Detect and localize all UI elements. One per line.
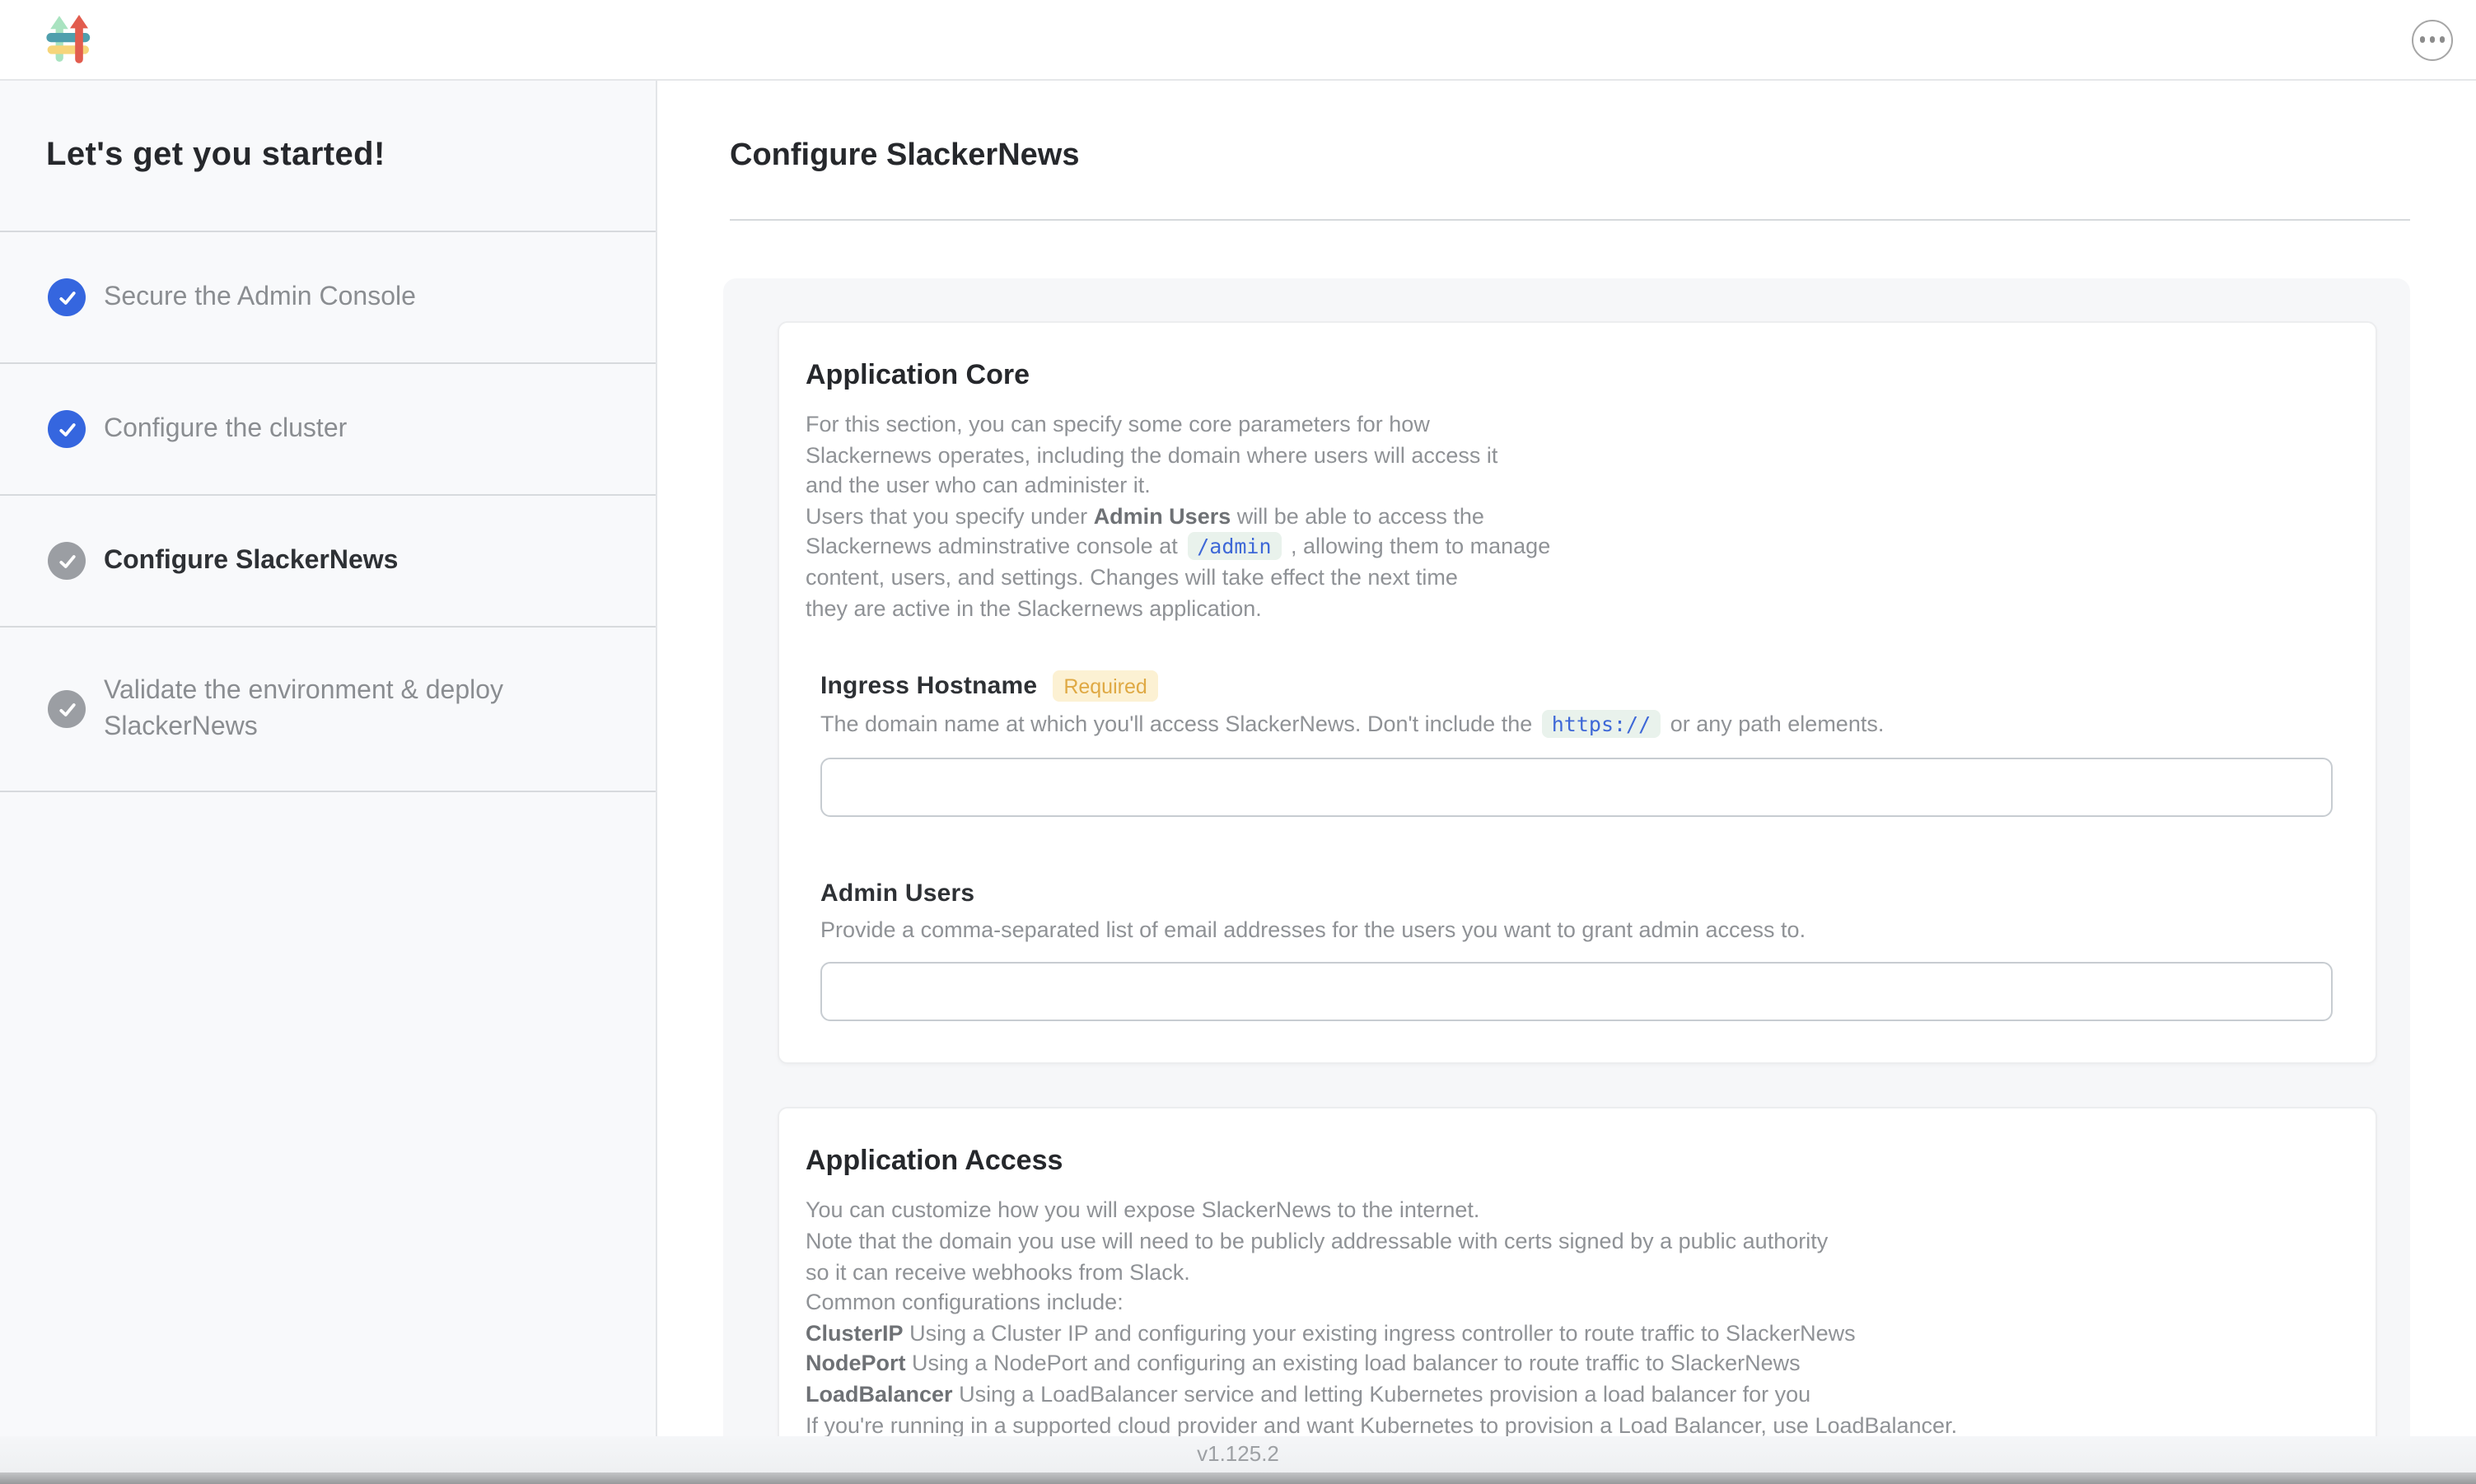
ellipsis-icon	[2439, 37, 2444, 42]
sidebar-step-validate-deploy[interactable]: Validate the environment & deploy Slacke…	[0, 628, 656, 792]
card-heading: Application Core	[806, 359, 2349, 392]
slackernews-logo-icon	[46, 15, 91, 64]
sidebar-title: Let's get you started!	[46, 137, 385, 175]
step-complete-check-icon	[48, 410, 86, 448]
title-divider	[730, 219, 2410, 221]
step-label: Secure the Admin Console	[104, 279, 416, 315]
bottom-edge-strip	[0, 1472, 2476, 1484]
admin-users-input[interactable]	[820, 963, 2333, 1022]
field-label: Ingress Hostname	[820, 672, 1037, 700]
card-description: You can customize how you will expose Sl…	[806, 1197, 2349, 1442]
ingress-hostname-input[interactable]	[820, 758, 2333, 817]
field-label: Admin Users	[820, 880, 974, 908]
sidebar-step-secure-admin-console[interactable]: Secure the Admin Console	[0, 232, 656, 364]
step-pending-check-icon	[48, 690, 86, 728]
application-access-card: Application Access You can customize how…	[778, 1108, 2377, 1484]
overflow-menu-button[interactable]	[2412, 19, 2453, 60]
step-pending-check-icon	[48, 542, 86, 580]
step-label: Validate the environment & deploy Slacke…	[104, 674, 552, 744]
step-complete-check-icon	[48, 278, 86, 316]
field-help-text: Provide a comma-separated list of email …	[820, 916, 2333, 946]
step-label: Configure SlackerNews	[104, 543, 398, 578]
application-core-card: Application Core For this section, you c…	[778, 321, 2377, 1065]
card-description: For this section, you can specify some c…	[806, 410, 2349, 624]
required-badge: Required	[1052, 670, 1158, 702]
ellipsis-icon	[2430, 37, 2435, 42]
ellipsis-icon	[2420, 37, 2425, 42]
main-content: Configure SlackerNews Application Core F…	[657, 81, 2476, 1484]
page-title: Configure SlackerNews	[730, 138, 2410, 175]
step-label: Configure the cluster	[104, 411, 347, 446]
sidebar-header: Let's get you started!	[0, 81, 656, 232]
footer-bar: v1.125.2	[0, 1436, 2476, 1484]
version-label: v1.125.2	[1197, 1441, 1279, 1466]
ingress-hostname-field-group: Ingress Hostname Required The domain nam…	[820, 670, 2333, 816]
config-panel: Application Core For this section, you c…	[723, 278, 2410, 1484]
top-bar	[0, 0, 2476, 81]
setup-wizard-app: Let's get you started! Secure the Admin …	[0, 0, 2476, 1484]
card-heading: Application Access	[806, 1146, 2349, 1178]
admin-users-field-group: Admin Users Provide a comma-separated li…	[820, 880, 2333, 1022]
sidebar-step-configure-cluster[interactable]: Configure the cluster	[0, 364, 656, 496]
setup-steps-sidebar: Let's get you started! Secure the Admin …	[0, 81, 657, 1484]
sidebar-step-configure-slackernews[interactable]: Configure SlackerNews	[0, 496, 656, 628]
field-help-text: The domain name at which you'll access S…	[820, 710, 2333, 740]
